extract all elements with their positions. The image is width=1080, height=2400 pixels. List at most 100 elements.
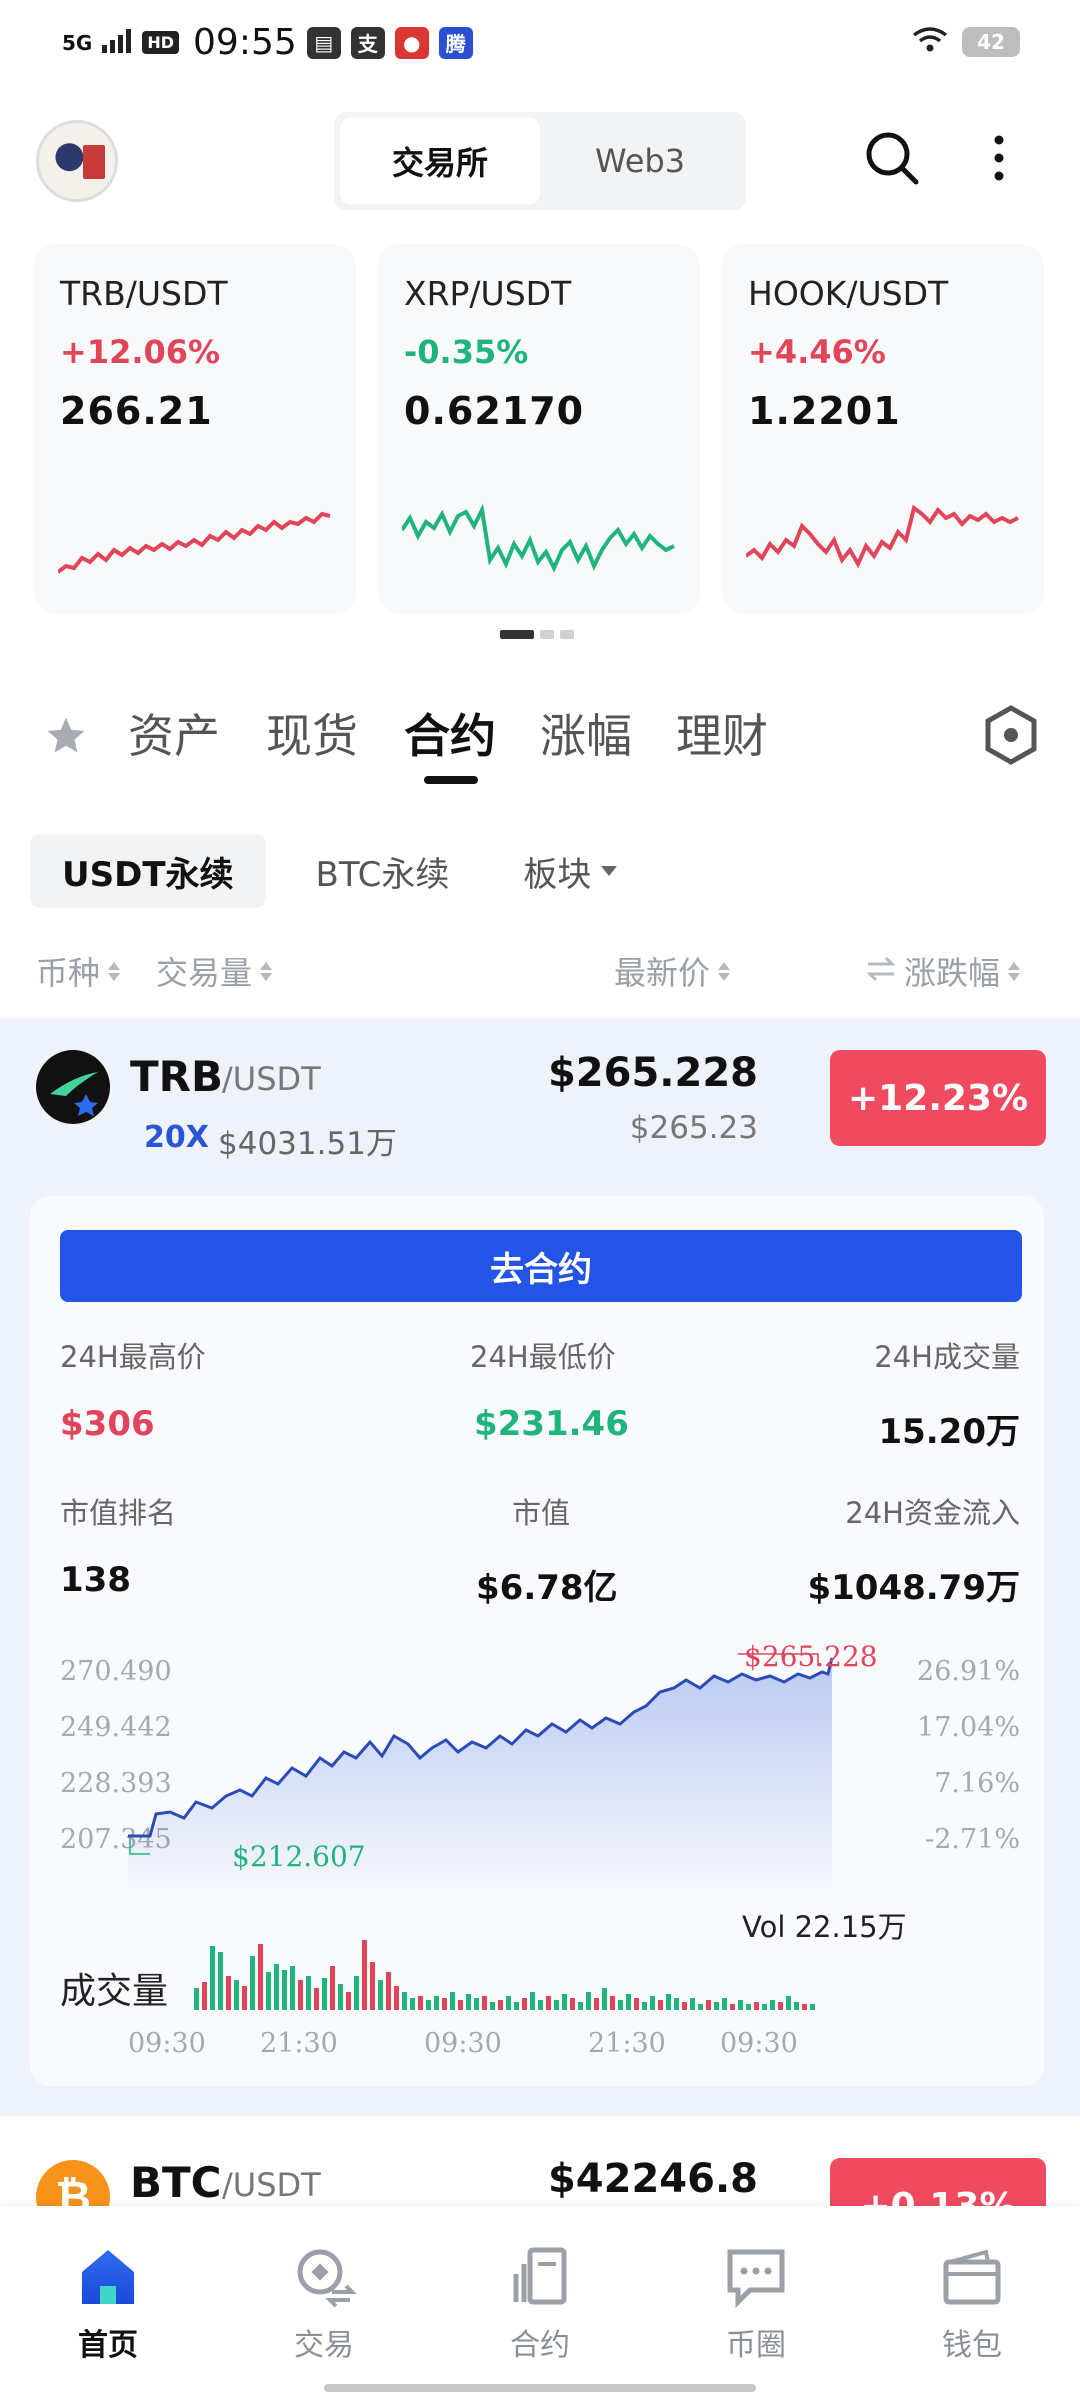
nav-contract[interactable]: 合约 (460, 2244, 620, 2364)
column-headers: 币种 交易量 最新价 涨跌幅 (36, 948, 1046, 998)
tab-spot[interactable]: 现货 (266, 700, 358, 766)
nav-label: 首页 (78, 2328, 138, 2363)
market-row-btc[interactable]: ₿ BTC /USDT $42246.8 +0.13% (0, 2130, 1080, 2210)
row-fiat-price: $265.23 (629, 1110, 758, 1146)
row-last-price: $42246.8 (547, 2156, 758, 2202)
home-icon (76, 2244, 140, 2312)
tab-assets[interactable]: 资产 (128, 700, 220, 766)
more-icon[interactable] (984, 128, 1014, 188)
filter-btc-perp[interactable]: BTC永续 (284, 834, 482, 908)
swap-icon[interactable] (866, 952, 896, 990)
ticker-price: 1.2201 (748, 389, 901, 433)
row-last-price: $265.228 (547, 1050, 758, 1096)
chart-high-label: $265.228 (744, 1640, 878, 1673)
filter-usdt-perp[interactable]: USDT永续 (30, 834, 266, 908)
battery-indicator: 42 (962, 27, 1020, 57)
ticker-card-hook[interactable]: HOOK/USDT +4.46% 1.2201 (722, 244, 1044, 614)
stat-inflow-value: $1048.79万 (807, 1568, 1020, 1608)
news-icon: 腾 (438, 26, 473, 59)
ticker-pair: HOOK/USDT (748, 274, 949, 313)
segment-web3[interactable]: Web3 (540, 118, 740, 204)
x-axis-tick: 09:30 (720, 2028, 798, 2059)
chart-low-label: $212.607 (232, 1840, 366, 1873)
message-icon: ● (394, 26, 429, 59)
wallet-icon (940, 2244, 1004, 2312)
col-change-label: 涨跌幅 (904, 954, 1001, 992)
nav-label: 币圈 (726, 2328, 786, 2363)
sparkline-xrp (402, 503, 675, 573)
exchange-web3-switch: 交易所 Web3 (334, 112, 746, 210)
ticker-pair: TRB/USDT (60, 274, 228, 313)
avatar[interactable] (36, 120, 118, 202)
ticker-card-trb[interactable]: TRB/USDT +12.06% 266.21 (34, 244, 356, 614)
wifi-icon (912, 26, 948, 58)
sub-filter-bar: USDT永续 BTC永续 板块 (30, 834, 649, 908)
stat-vol-label: 24H成交量 (874, 1340, 1020, 1374)
status-bar: 5G HD 09:55 ▤ 支 ● 腾 42 (0, 0, 1080, 90)
col-price-label: 最新价 (614, 954, 711, 992)
y-axis-pct-tick: 7.16% (934, 1768, 1020, 1799)
row-quote: /USDT (222, 2166, 321, 2204)
chevron-down-icon (601, 866, 618, 876)
btc-coin-icon: ₿ (36, 2160, 110, 2210)
y-axis-pct-tick: -2.71% (925, 1824, 1020, 1855)
col-volume-label: 交易量 (156, 954, 253, 992)
stat-high-value: $306 (60, 1404, 155, 1444)
sort-icon (260, 961, 273, 981)
x-axis-tick: 09:30 (424, 2028, 502, 2059)
trade-icon (292, 2244, 357, 2312)
settings-hex-icon[interactable] (980, 704, 1042, 770)
sort-change[interactable]: 涨跌幅 (866, 948, 1021, 994)
category-tabs: 资产 现货 合约 涨幅 理财 (40, 690, 1050, 800)
contract-icon (508, 2244, 572, 2312)
sort-coin[interactable]: 币种 (36, 948, 121, 994)
nav-wallet[interactable]: 钱包 (892, 2244, 1052, 2364)
sort-last-price[interactable]: 最新价 (614, 948, 731, 994)
community-icon (724, 2244, 788, 2312)
volume-title: 成交量 (60, 1971, 169, 2012)
market-row-trb[interactable]: TRB /USDT 20X $4031.51万 $265.228 $265.23… (0, 1018, 1080, 2116)
sort-icon (108, 961, 121, 981)
stat-mcap-value: $6.78亿 (476, 1568, 618, 1608)
star-icon[interactable] (44, 714, 88, 762)
tab-contract[interactable]: 合约 (404, 700, 496, 766)
stat-inflow-label: 24H资金流入 (845, 1496, 1020, 1530)
change-badge[interactable]: +0.13% (830, 2158, 1046, 2210)
sort-icon (718, 961, 731, 981)
sim-icon: ▤ (306, 26, 341, 59)
row-symbol: BTC (130, 2158, 222, 2207)
nav-trade[interactable]: 交易 (244, 2244, 404, 2364)
ticker-change: +4.46% (748, 333, 886, 371)
filter-sector[interactable]: 板块 (491, 834, 649, 908)
go-contract-button[interactable]: 去合约 (60, 1230, 1022, 1302)
home-indicator[interactable] (324, 2384, 756, 2392)
row-quote: /USDT (222, 1060, 321, 1098)
ticker-price: 0.62170 (404, 389, 585, 433)
hd-badge: HD (142, 31, 180, 54)
stat-vol-value: 15.20万 (878, 1412, 1020, 1452)
col-coin-label: 币种 (36, 954, 101, 992)
nav-community[interactable]: 币圈 (676, 2244, 836, 2364)
row-detail-panel: 去合约 24H最高价 24H最低价 24H成交量 $306 $231.46 15… (30, 1196, 1044, 2086)
ticker-change: +12.06% (60, 333, 221, 371)
segment-exchange[interactable]: 交易所 (340, 118, 540, 204)
tab-finance[interactable]: 理财 (676, 700, 768, 766)
status-time: 09:55 (193, 22, 297, 63)
ticker-price: 266.21 (60, 389, 213, 433)
trb-coin-icon (36, 1050, 110, 1124)
search-icon[interactable] (862, 128, 922, 188)
ticker-card-xrp[interactable]: XRP/USDT -0.35% 0.62170 (378, 244, 700, 614)
nav-label: 钱包 (942, 2328, 1002, 2363)
sort-volume[interactable]: 交易量 (156, 948, 273, 994)
change-badge[interactable]: +12.23% (830, 1050, 1046, 1146)
nav-home[interactable]: 首页 (28, 2244, 188, 2364)
x-axis-tick: 21:30 (260, 2028, 338, 2059)
ticker-carousel: TRB/USDT +12.06% 266.21 XRP/USDT -0.35% … (34, 244, 1046, 614)
bottom-nav: 首页 交易 合约 币圈 钱包 (0, 2206, 1080, 2400)
sparkline-hook (746, 504, 1019, 569)
tab-gainers[interactable]: 涨幅 (540, 700, 632, 766)
volume-bars (194, 1940, 815, 2010)
leverage-badge: 20X (144, 1120, 209, 1155)
x-axis-tick: 09:30 (128, 2028, 206, 2059)
stat-rank-label: 市值排名 (60, 1496, 177, 1530)
